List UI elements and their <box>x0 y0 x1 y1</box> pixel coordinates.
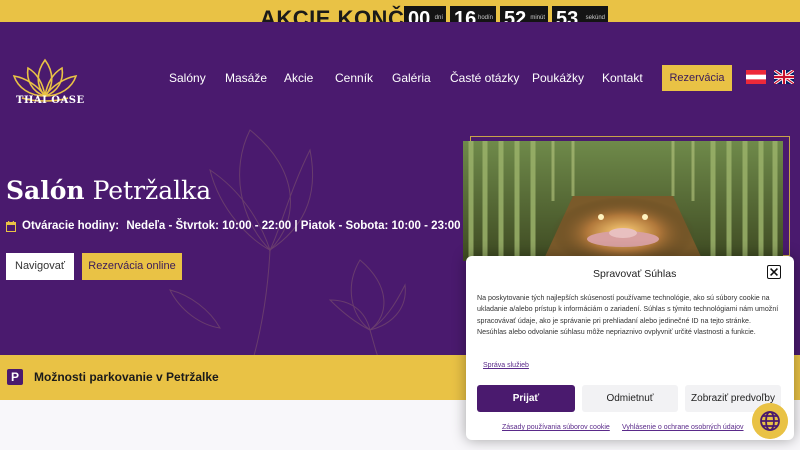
nav-offers[interactable]: Akcie <box>284 71 313 87</box>
manage-services-link[interactable]: Správa služieb <box>483 362 529 369</box>
countdown-unit: sekúnd <box>585 15 605 21</box>
title-rest: Petržalka <box>92 176 212 205</box>
nav-massages[interactable]: Masáže <box>225 71 267 87</box>
countdown-unit: hodín <box>477 15 493 21</box>
countdown-unit: dní <box>434 15 443 21</box>
opening-hours: Otváracie hodiny: Nedeľa - Štvrtok: 10:0… <box>22 220 461 232</box>
consent-title: Spravovať Súhlas <box>593 268 677 280</box>
countdown-days: 00 dní <box>404 6 446 22</box>
nav-pricing[interactable]: Cenník <box>335 71 373 87</box>
austria-flag-icon[interactable] <box>746 70 766 84</box>
logo-text: THAI OASE <box>16 95 85 106</box>
nav-vouchers[interactable]: Poukážky <box>532 71 584 87</box>
nav-contact[interactable]: Kontakt <box>602 71 643 87</box>
countdown-hours: 16 hodín <box>450 6 496 22</box>
countdown-minutes: 52 minút <box>500 6 548 22</box>
globe-icon[interactable] <box>752 403 788 439</box>
calendar-icon <box>6 221 16 232</box>
reservation-button[interactable]: Rezervácia <box>662 65 732 91</box>
title-bold: Salón <box>6 176 85 205</box>
countdown-unit: minút <box>530 15 545 21</box>
parking-icon: P <box>7 369 23 385</box>
deny-button[interactable]: Odmietnuť <box>582 385 678 412</box>
countdown-value: 53 <box>556 8 579 22</box>
nav-faq[interactable]: Časté otázky <box>450 71 519 87</box>
countdown-value: 52 <box>504 8 527 22</box>
spa-room-image <box>463 141 783 261</box>
nav-salons[interactable]: Salóny <box>169 71 206 87</box>
consent-dialog <box>466 256 794 440</box>
consent-text: Na poskytovanie tých najlepších skúsenos… <box>477 294 779 336</box>
countdown-value: 16 <box>454 8 477 22</box>
promo-bar: AKCIE KONČIA 00 dní 16 hodín 52 minút 53… <box>0 0 800 22</box>
reserve-online-button[interactable]: Rezervácia online <box>82 253 182 280</box>
cookie-policy-link[interactable]: Zásady používania súborov cookie <box>502 424 610 431</box>
hours-value: Nedeľa - Štvrtok: 10:00 - 22:00 | Piatok… <box>126 220 461 232</box>
nav-gallery[interactable]: Galéria <box>392 71 431 87</box>
promo-text: AKCIE KONČIA <box>260 6 428 22</box>
parking-label[interactable]: Možnosti parkovanie v Petržalke <box>34 370 219 384</box>
uk-flag-icon[interactable] <box>774 70 794 84</box>
countdown-seconds: 53 sekúnd <box>552 6 608 22</box>
accept-button[interactable]: Prijať <box>477 385 575 412</box>
close-icon[interactable] <box>767 265 781 279</box>
hours-label: Otváracie hodiny: <box>22 220 120 232</box>
navigate-button[interactable]: Navigovať <box>6 253 74 280</box>
page-title: Salón Petržalka <box>6 176 211 205</box>
flower-decoration-icon <box>169 129 406 370</box>
countdown-value: 00 <box>408 8 431 22</box>
privacy-policy-link[interactable]: Vyhlásenie o ochrane osobných údajov <box>622 424 744 431</box>
